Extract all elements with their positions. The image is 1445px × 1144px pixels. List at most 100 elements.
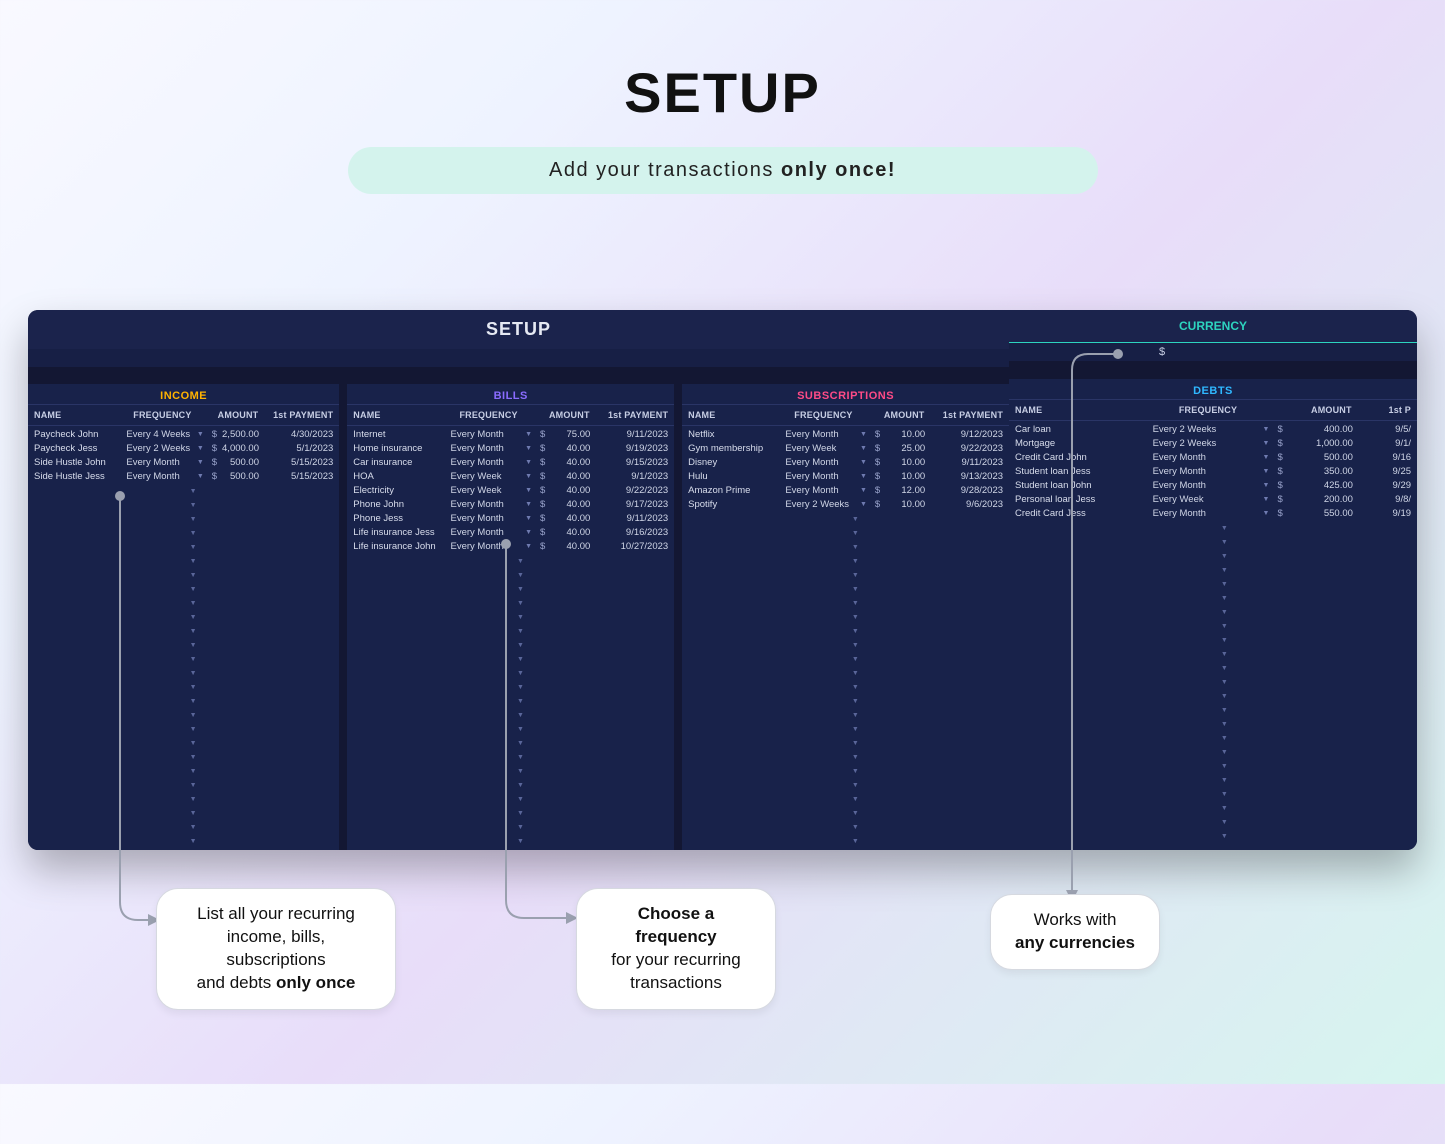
chevron-down-icon[interactable]: ▼ [190, 768, 197, 775]
cell-name[interactable]: Life insurance Jess [353, 526, 446, 540]
chevron-down-icon[interactable]: ▼ [190, 796, 197, 803]
chevron-down-icon[interactable]: ▼ [1221, 763, 1228, 770]
chevron-down-icon[interactable]: ▼ [525, 456, 532, 470]
cell-frequency[interactable]: Every Month▼ [785, 484, 867, 498]
chevron-down-icon[interactable]: ▼ [525, 512, 532, 526]
cell-frequency[interactable]: Every Week▼ [450, 470, 532, 484]
cell-first-payment[interactable]: 9/15/2023 [598, 456, 668, 470]
cell-frequency[interactable]: Every Month▼ [1153, 479, 1270, 493]
chevron-down-icon[interactable]: ▼ [190, 698, 197, 705]
chevron-down-icon[interactable]: ▼ [1221, 525, 1228, 532]
chevron-down-icon[interactable]: ▼ [1221, 581, 1228, 588]
chevron-down-icon[interactable]: ▼ [517, 628, 524, 635]
cell-first-payment[interactable]: 9/19/2023 [598, 442, 668, 456]
cell-first-payment[interactable]: 10/27/2023 [598, 540, 668, 554]
chevron-down-icon[interactable]: ▼ [517, 712, 524, 719]
cell-frequency[interactable]: Every Month▼ [126, 456, 203, 470]
chevron-down-icon[interactable]: ▼ [190, 670, 197, 677]
cell-first-payment[interactable]: 9/6/2023 [933, 498, 1003, 512]
cell-name[interactable]: Paycheck Jess [34, 442, 122, 456]
cell-frequency[interactable]: Every Month▼ [785, 456, 867, 470]
currency-value[interactable]: $ [1009, 343, 1417, 361]
cell-name[interactable]: Credit Card Jess [1015, 507, 1149, 521]
cell-name[interactable]: Internet [353, 428, 446, 442]
chevron-down-icon[interactable]: ▼ [197, 428, 204, 442]
chevron-down-icon[interactable]: ▼ [525, 484, 532, 498]
cell-frequency[interactable]: Every Month▼ [450, 498, 532, 512]
cell-frequency[interactable]: Every Month▼ [1153, 507, 1270, 521]
cell-amount[interactable]: $40.00 [536, 540, 594, 554]
cell-frequency[interactable]: Every 2 Weeks▼ [1153, 437, 1270, 451]
chevron-down-icon[interactable]: ▼ [852, 726, 859, 733]
cell-frequency[interactable]: Every Month▼ [450, 512, 532, 526]
cell-frequency[interactable]: Every 2 Weeks▼ [785, 498, 867, 512]
cell-amount[interactable]: $40.00 [536, 498, 594, 512]
chevron-down-icon[interactable]: ▼ [852, 670, 859, 677]
chevron-down-icon[interactable]: ▼ [517, 726, 524, 733]
chevron-down-icon[interactable]: ▼ [1221, 791, 1228, 798]
cell-first-payment[interactable]: 9/12/2023 [933, 428, 1003, 442]
chevron-down-icon[interactable]: ▼ [1221, 777, 1228, 784]
chevron-down-icon[interactable]: ▼ [190, 838, 197, 845]
chevron-down-icon[interactable]: ▼ [517, 796, 524, 803]
chevron-down-icon[interactable]: ▼ [852, 614, 859, 621]
cell-first-payment[interactable]: 9/16 [1361, 451, 1411, 465]
chevron-down-icon[interactable]: ▼ [852, 698, 859, 705]
cell-first-payment[interactable]: 9/11/2023 [598, 428, 668, 442]
chevron-down-icon[interactable]: ▼ [190, 558, 197, 565]
cell-frequency[interactable]: Every Month▼ [1153, 451, 1270, 465]
chevron-down-icon[interactable]: ▼ [190, 544, 197, 551]
chevron-down-icon[interactable]: ▼ [517, 740, 524, 747]
cell-first-payment[interactable]: 9/8/ [1361, 493, 1411, 507]
chevron-down-icon[interactable]: ▼ [1221, 567, 1228, 574]
chevron-down-icon[interactable]: ▼ [852, 572, 859, 579]
chevron-down-icon[interactable]: ▼ [190, 628, 197, 635]
chevron-down-icon[interactable]: ▼ [197, 470, 204, 484]
chevron-down-icon[interactable]: ▼ [852, 838, 859, 845]
chevron-down-icon[interactable]: ▼ [852, 754, 859, 761]
chevron-down-icon[interactable]: ▼ [852, 558, 859, 565]
chevron-down-icon[interactable]: ▼ [1221, 651, 1228, 658]
chevron-down-icon[interactable]: ▼ [190, 754, 197, 761]
cell-first-payment[interactable]: 9/11/2023 [933, 456, 1003, 470]
cell-first-payment[interactable]: 9/1/2023 [598, 470, 668, 484]
chevron-down-icon[interactable]: ▼ [190, 642, 197, 649]
cell-first-payment[interactable]: 9/19 [1361, 507, 1411, 521]
chevron-down-icon[interactable]: ▼ [517, 642, 524, 649]
chevron-down-icon[interactable]: ▼ [1263, 465, 1270, 479]
cell-name[interactable]: Student loan John [1015, 479, 1149, 493]
chevron-down-icon[interactable]: ▼ [1221, 595, 1228, 602]
chevron-down-icon[interactable]: ▼ [852, 740, 859, 747]
cell-frequency[interactable]: Every Week▼ [450, 484, 532, 498]
chevron-down-icon[interactable]: ▼ [1221, 819, 1228, 826]
chevron-down-icon[interactable]: ▼ [1221, 539, 1228, 546]
cell-frequency[interactable]: Every Month▼ [450, 526, 532, 540]
cell-first-payment[interactable]: 5/15/2023 [267, 456, 333, 470]
cell-name[interactable]: Phone John [353, 498, 446, 512]
chevron-down-icon[interactable]: ▼ [525, 540, 532, 554]
cell-first-payment[interactable]: 9/25 [1361, 465, 1411, 479]
cell-name[interactable]: Netflix [688, 428, 781, 442]
chevron-down-icon[interactable]: ▼ [1221, 721, 1228, 728]
chevron-down-icon[interactable]: ▼ [852, 768, 859, 775]
cell-amount[interactable]: $350.00 [1273, 465, 1356, 479]
cell-frequency[interactable]: Every Month▼ [450, 540, 532, 554]
chevron-down-icon[interactable]: ▼ [1221, 637, 1228, 644]
cell-first-payment[interactable]: 9/1/ [1361, 437, 1411, 451]
chevron-down-icon[interactable]: ▼ [190, 488, 197, 495]
cell-first-payment[interactable]: 9/11/2023 [598, 512, 668, 526]
cell-frequency[interactable]: Every Week▼ [785, 442, 867, 456]
cell-amount[interactable]: $10.00 [871, 456, 929, 470]
chevron-down-icon[interactable]: ▼ [190, 810, 197, 817]
chevron-down-icon[interactable]: ▼ [852, 712, 859, 719]
chevron-down-icon[interactable]: ▼ [860, 442, 867, 456]
chevron-down-icon[interactable]: ▼ [517, 768, 524, 775]
chevron-down-icon[interactable]: ▼ [190, 586, 197, 593]
chevron-down-icon[interactable]: ▼ [1263, 507, 1270, 521]
cell-amount[interactable]: $75.00 [536, 428, 594, 442]
chevron-down-icon[interactable]: ▼ [190, 516, 197, 523]
cell-first-payment[interactable]: 9/16/2023 [598, 526, 668, 540]
cell-first-payment[interactable]: 5/15/2023 [267, 470, 333, 484]
chevron-down-icon[interactable]: ▼ [190, 782, 197, 789]
chevron-down-icon[interactable]: ▼ [190, 712, 197, 719]
